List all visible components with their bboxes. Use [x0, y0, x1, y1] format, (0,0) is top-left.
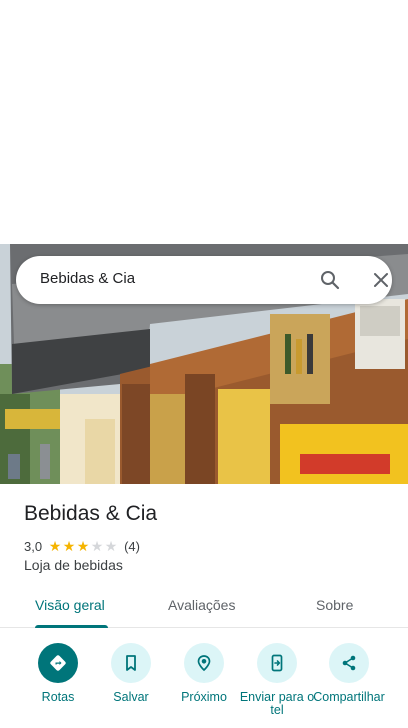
- star-icon: ★: [48, 538, 62, 554]
- save-label: Salvar: [113, 690, 149, 704]
- send-to-phone-label: Enviar para o tel: [239, 690, 315, 717]
- place-tabs: Visão geral Avaliações Sobre: [0, 588, 408, 628]
- active-tab-indicator: [35, 625, 108, 628]
- share-icon: [329, 643, 369, 683]
- bookmark-icon: [111, 643, 151, 683]
- review-count[interactable]: (4): [124, 539, 140, 554]
- nearby-label: Próximo: [181, 690, 227, 704]
- directions-icon: [38, 643, 78, 683]
- search-bar[interactable]: Bebidas & Cia: [16, 256, 392, 304]
- star-empty-icon: ★: [104, 538, 118, 554]
- star-empty-icon: ★: [90, 538, 104, 554]
- save-button[interactable]: Salvar: [92, 643, 170, 704]
- place-category: Loja de bebidas: [24, 557, 123, 573]
- directions-button[interactable]: Rotas: [19, 643, 97, 704]
- close-icon[interactable]: [369, 268, 393, 292]
- tab-about[interactable]: Sobre: [316, 597, 353, 613]
- star-icon: ★: [62, 538, 76, 554]
- nearby-icon: [184, 643, 224, 683]
- rating-value: 3,0: [24, 538, 43, 554]
- share-button[interactable]: Compartilhar: [310, 643, 388, 704]
- search-input[interactable]: Bebidas & Cia: [40, 270, 135, 287]
- place-title: Bebidas & Cia: [24, 502, 158, 525]
- rating-row[interactable]: 3,0 ★ ★ ★ ★ ★ (4): [24, 537, 140, 555]
- rating-stars: ★ ★ ★ ★ ★: [48, 539, 118, 553]
- send-to-phone-button[interactable]: Enviar para o tel: [238, 643, 316, 717]
- tab-overview[interactable]: Visão geral: [35, 597, 105, 613]
- search-icon[interactable]: [318, 268, 342, 292]
- share-label: Compartilhar: [313, 690, 385, 704]
- send-to-phone-icon: [257, 643, 297, 683]
- nearby-button[interactable]: Próximo: [165, 643, 243, 704]
- tab-reviews[interactable]: Avaliações: [168, 597, 235, 613]
- directions-label: Rotas: [41, 690, 75, 704]
- star-icon: ★: [76, 538, 90, 554]
- map-area-blank: [0, 0, 408, 244]
